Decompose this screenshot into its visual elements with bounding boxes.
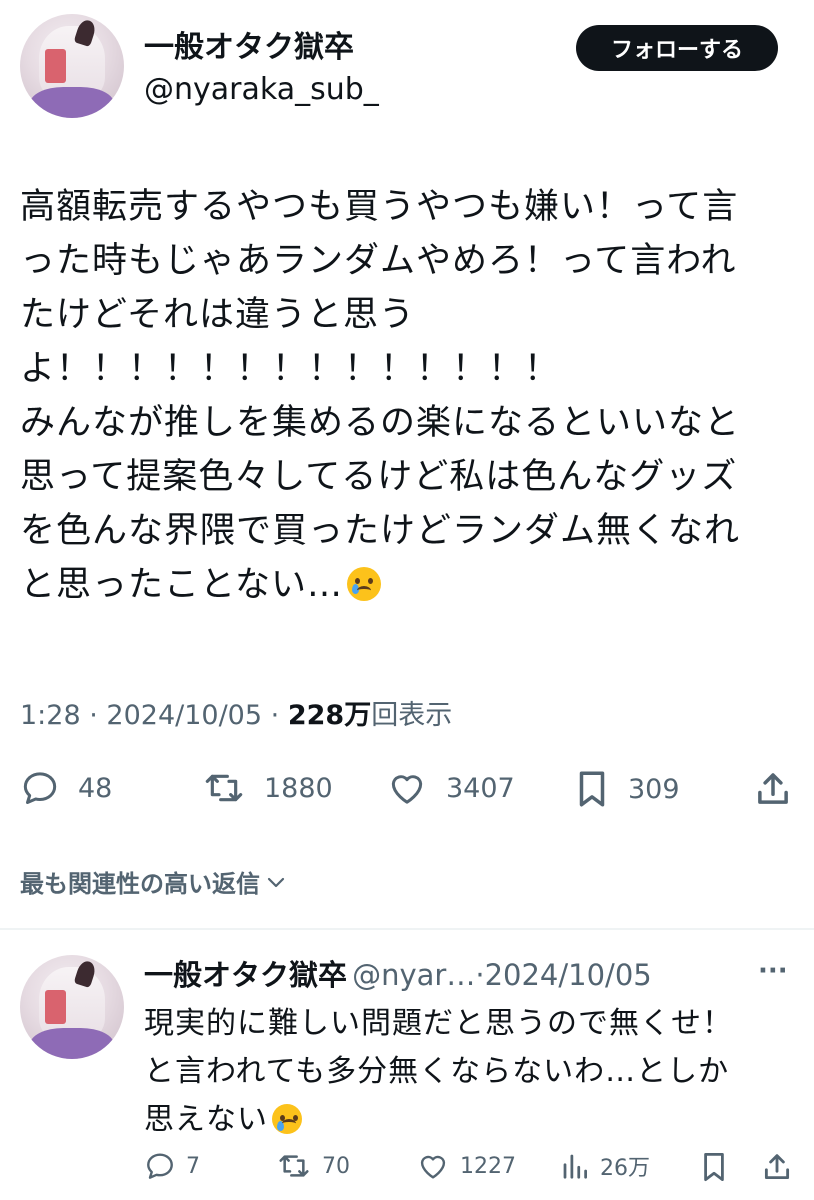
share-icon[interactable] bbox=[760, 1150, 794, 1188]
chevron-down-icon bbox=[264, 870, 288, 894]
views-unit: 万 bbox=[344, 700, 372, 731]
retweet-action[interactable]: 1880 bbox=[202, 768, 333, 808]
more-options-icon[interactable]: ··· bbox=[758, 956, 788, 986]
retweet-icon bbox=[276, 1150, 312, 1182]
follow-button[interactable]: フォローする bbox=[576, 25, 778, 71]
author-avatar[interactable] bbox=[20, 14, 124, 118]
reply-separator: · bbox=[475, 958, 485, 992]
reply-date[interactable]: 2024/10/05 bbox=[485, 958, 652, 992]
retweet-icon bbox=[202, 768, 246, 808]
reply-like-action[interactable]: 1227 bbox=[416, 1150, 516, 1182]
retweet-count: 1880 bbox=[264, 772, 333, 804]
reply-action[interactable]: 48 bbox=[20, 768, 112, 808]
reply-retweet-count: 70 bbox=[322, 1153, 350, 1179]
like-action[interactable]: 3407 bbox=[386, 768, 515, 808]
tweet-text-line: 高額転売するやつも買うやつも嫌い！って言 bbox=[20, 187, 739, 227]
reply-text-line: 思えない bbox=[144, 1102, 268, 1137]
reply-reply-action[interactable]: 7 bbox=[144, 1150, 200, 1182]
bookmark-icon bbox=[574, 768, 610, 810]
views-count: 228 bbox=[287, 700, 345, 731]
reply-icon bbox=[20, 768, 60, 808]
author-name[interactable]: 一般オタク獄卒 bbox=[144, 22, 354, 66]
like-icon bbox=[386, 768, 428, 808]
tweet-date[interactable]: 2024/10/05 bbox=[106, 700, 262, 731]
tweet-text-line: みんなが推しを集めるの楽になるといいなと bbox=[20, 403, 741, 443]
reply-author-handle[interactable]: @nyar… bbox=[352, 958, 475, 992]
like-count: 3407 bbox=[446, 772, 515, 804]
bookmark-action[interactable]: 309 bbox=[574, 768, 680, 810]
tweet-text-line: を色んな界隈で買ったけどランダム無くなれ bbox=[20, 511, 741, 551]
tweet-text-line: った時もじゃあランダムやめろ！って言われ bbox=[20, 241, 737, 281]
reply-sort-label: 最も関連性の高い返信 bbox=[20, 870, 260, 898]
reply-text: 現実的に難しい問題だと思うので無くせ！ と言われても多分無くならないわ…としか … bbox=[144, 1000, 733, 1144]
tweet-meta: 1:28 · 2024/10/05 · 228万回表示 bbox=[20, 693, 452, 732]
reply-author-avatar[interactable] bbox=[20, 955, 124, 1059]
reply-text-line: と言われても多分無くならないわ…としか bbox=[144, 1054, 730, 1089]
reply-count: 48 bbox=[78, 772, 113, 804]
tweet-time[interactable]: 1:28 bbox=[20, 700, 81, 731]
tweet-text-line: たけどそれは違うと思う bbox=[20, 295, 415, 335]
tweet-text: 高額転売するやつも買うやつも嫌い！って言 った時もじゃあランダムやめろ！って言わ… bbox=[20, 180, 740, 612]
reply-like-count: 1227 bbox=[460, 1153, 516, 1179]
reply-sort-selector[interactable]: 最も関連性の高い返信 bbox=[20, 864, 288, 899]
reply-views-action[interactable]: 26万 bbox=[560, 1150, 650, 1182]
like-icon bbox=[416, 1150, 450, 1182]
reply-views-count: 26万 bbox=[600, 1156, 650, 1181]
meta-separator: · bbox=[89, 700, 98, 731]
tweet-text-line: と思ったことない… bbox=[20, 565, 343, 605]
reply-retweet-action[interactable]: 70 bbox=[276, 1150, 350, 1182]
reply-header: 一般オタク獄卒 @nyar…·2024/10/05 bbox=[144, 952, 652, 994]
reply-text-line: 現実的に難しい問題だと思うので無くせ！ bbox=[144, 1006, 733, 1041]
meta-separator: · bbox=[270, 700, 280, 731]
reply-icon bbox=[144, 1150, 176, 1182]
bookmark-count: 309 bbox=[628, 773, 680, 805]
share-icon[interactable] bbox=[752, 768, 794, 814]
divider bbox=[0, 928, 814, 930]
bookmark-icon[interactable] bbox=[700, 1150, 728, 1188]
crying-face-emoji bbox=[272, 1104, 302, 1134]
reply-reply-count: 7 bbox=[186, 1153, 200, 1179]
views-label: 回表示 bbox=[371, 700, 453, 731]
tweet-text-line: よ！！！！！！！！！！！！！！ bbox=[20, 349, 561, 389]
tweet-text-line: 思って提案色々してるけど私は色んなグッズ bbox=[20, 457, 738, 497]
reply-author-name[interactable]: 一般オタク獄卒 bbox=[144, 958, 347, 992]
crying-face-emoji bbox=[346, 567, 381, 601]
views-icon bbox=[560, 1150, 590, 1182]
author-handle[interactable]: @nyaraka_sub_ bbox=[144, 72, 379, 107]
